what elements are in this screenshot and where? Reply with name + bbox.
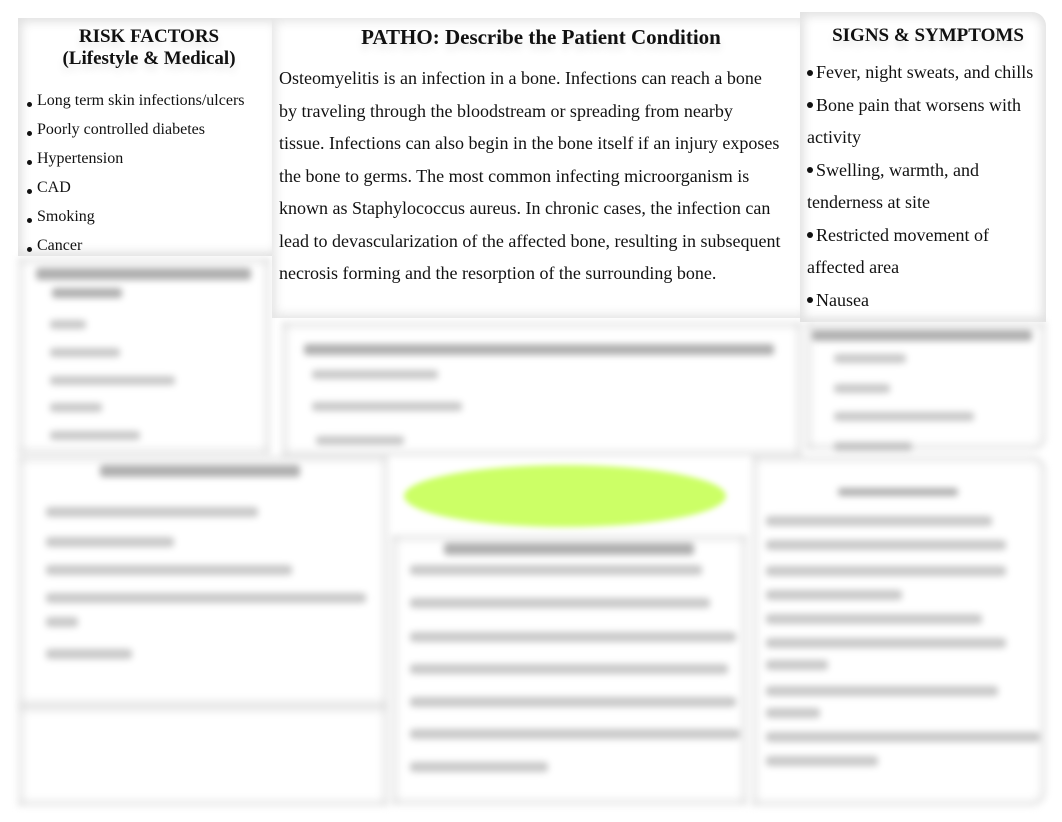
blurred-line — [46, 649, 132, 659]
patho-line: the bone to germs. The most common infec… — [279, 165, 750, 186]
bullet-icon — [807, 69, 813, 76]
list-item: CAD — [26, 173, 280, 202]
item-text-continued: activity — [807, 127, 861, 147]
highlight-oval — [404, 465, 726, 527]
blurred-heading — [36, 268, 251, 280]
item-text: Bone pain that worsens with — [816, 94, 1021, 115]
blurred-box-complications — [806, 322, 1046, 450]
item-text: Fever, night sweats, and chills — [816, 62, 1034, 82]
blurred-line — [834, 412, 974, 421]
blurred-line — [316, 436, 404, 445]
patho-line: Osteomyelitis is an infection in a bone.… — [279, 68, 762, 88]
blurred-line — [766, 638, 1006, 648]
list-item: Long term skin infections/ulcers — [26, 86, 280, 115]
blurred-line — [766, 516, 992, 526]
item-text-continued: affected area — [807, 257, 900, 277]
blurred-box-empty — [18, 706, 388, 806]
blurred-line — [410, 664, 728, 674]
blurred-line — [410, 598, 710, 608]
blurred-line — [46, 537, 174, 547]
blurred-heading — [444, 543, 694, 555]
list-item: Poorly controlled diabetes — [26, 115, 280, 144]
signs-symptoms-heading: SIGNS & SYMPTOMS — [832, 25, 1024, 46]
blurred-box-treatments — [18, 456, 388, 706]
blurred-line — [766, 590, 902, 600]
blurred-line — [766, 686, 998, 696]
list-item: Restricted movement of affected area — [807, 219, 1046, 284]
list-item: Smoking — [26, 202, 280, 231]
blurred-line — [50, 376, 175, 385]
blurred-line — [50, 403, 102, 412]
bullet-icon — [807, 297, 813, 304]
blurred-line — [46, 617, 78, 627]
risk-factors-heading: RISK FACTORS (Lifestyle & Medical) — [18, 26, 280, 70]
blurred-line — [410, 729, 740, 739]
list-item: Fever, night sweats, and chills — [807, 56, 1046, 89]
list-item: Bone pain that worsens with activity — [807, 89, 1046, 154]
blurred-box-interventions — [752, 456, 1046, 806]
patho-line: necrosis forming and the resorption of t… — [279, 263, 717, 283]
blurred-line — [766, 540, 1006, 550]
blurred-line — [766, 566, 1006, 576]
patho-panel: PATHO: Describe the Patient Condition Os… — [272, 18, 810, 318]
patho-line: by traveling through the bloodstream or … — [279, 100, 733, 121]
patho-line: tissue. Infections can also begin in the… — [279, 133, 780, 153]
blurred-box-nursing-diagnoses — [392, 535, 747, 805]
blurred-line — [766, 732, 1040, 742]
patho-line: known as Staphylococcus aureus. In chron… — [279, 198, 771, 218]
blurred-line — [312, 402, 462, 411]
blurred-line — [410, 565, 702, 575]
blurred-line — [410, 697, 736, 707]
blurred-heading — [304, 344, 774, 355]
blurred-line — [46, 507, 258, 517]
risk-factors-subtitle: (Lifestyle & Medical) — [62, 48, 236, 69]
blurred-line — [766, 756, 878, 766]
list-item: Hypertension — [26, 144, 280, 173]
blurred-line — [766, 708, 820, 718]
list-item: Swelling, warmth, and tenderness at site — [807, 154, 1046, 219]
blurred-line — [312, 370, 438, 379]
patho-description: Osteomyelitis is an infection in a bone.… — [279, 62, 809, 290]
blurred-box-labs — [282, 322, 802, 456]
signs-symptoms-panel: SIGNS & SYMPTOMS Fever, night sweats, an… — [800, 12, 1046, 322]
blurred-line — [766, 614, 982, 624]
blurred-line — [766, 660, 828, 670]
blurred-box-diagnostics — [18, 258, 270, 454]
list-item: Nausea — [807, 284, 1046, 317]
item-text: Restricted movement of — [816, 224, 989, 245]
blurred-line — [410, 762, 548, 772]
blurred-line — [50, 431, 140, 440]
patho-line: lead to devascularization of the affecte… — [279, 230, 781, 251]
bullet-icon — [807, 232, 813, 239]
patho-heading: PATHO: Describe the Patient Condition — [361, 25, 721, 49]
risk-factors-list: Long term skin infections/ulcers Poorly … — [26, 86, 280, 260]
signs-symptoms-list: Fever, night sweats, and chills Bone pai… — [807, 56, 1046, 316]
blurred-heading — [812, 330, 1032, 341]
blurred-line — [50, 320, 86, 329]
bullet-icon — [807, 102, 813, 109]
list-item: Cancer — [26, 231, 280, 260]
blurred-heading — [52, 288, 122, 298]
risk-factors-title: RISK FACTORS — [78, 26, 220, 47]
blurred-line — [834, 442, 912, 451]
bullet-icon — [807, 167, 813, 174]
blurred-heading — [100, 465, 300, 477]
item-text-continued: tenderness at site — [807, 192, 930, 212]
blurred-line — [46, 565, 292, 575]
blurred-line — [834, 384, 890, 393]
item-text: Nausea — [816, 289, 869, 310]
blurred-line — [46, 593, 366, 603]
blurred-heading — [838, 488, 958, 496]
risk-factors-panel: RISK FACTORS (Lifestyle & Medical) Long … — [18, 18, 280, 256]
item-text: Swelling, warmth, and — [816, 159, 979, 180]
blurred-line — [834, 354, 906, 363]
blurred-line — [410, 632, 736, 642]
blurred-line — [50, 348, 120, 357]
